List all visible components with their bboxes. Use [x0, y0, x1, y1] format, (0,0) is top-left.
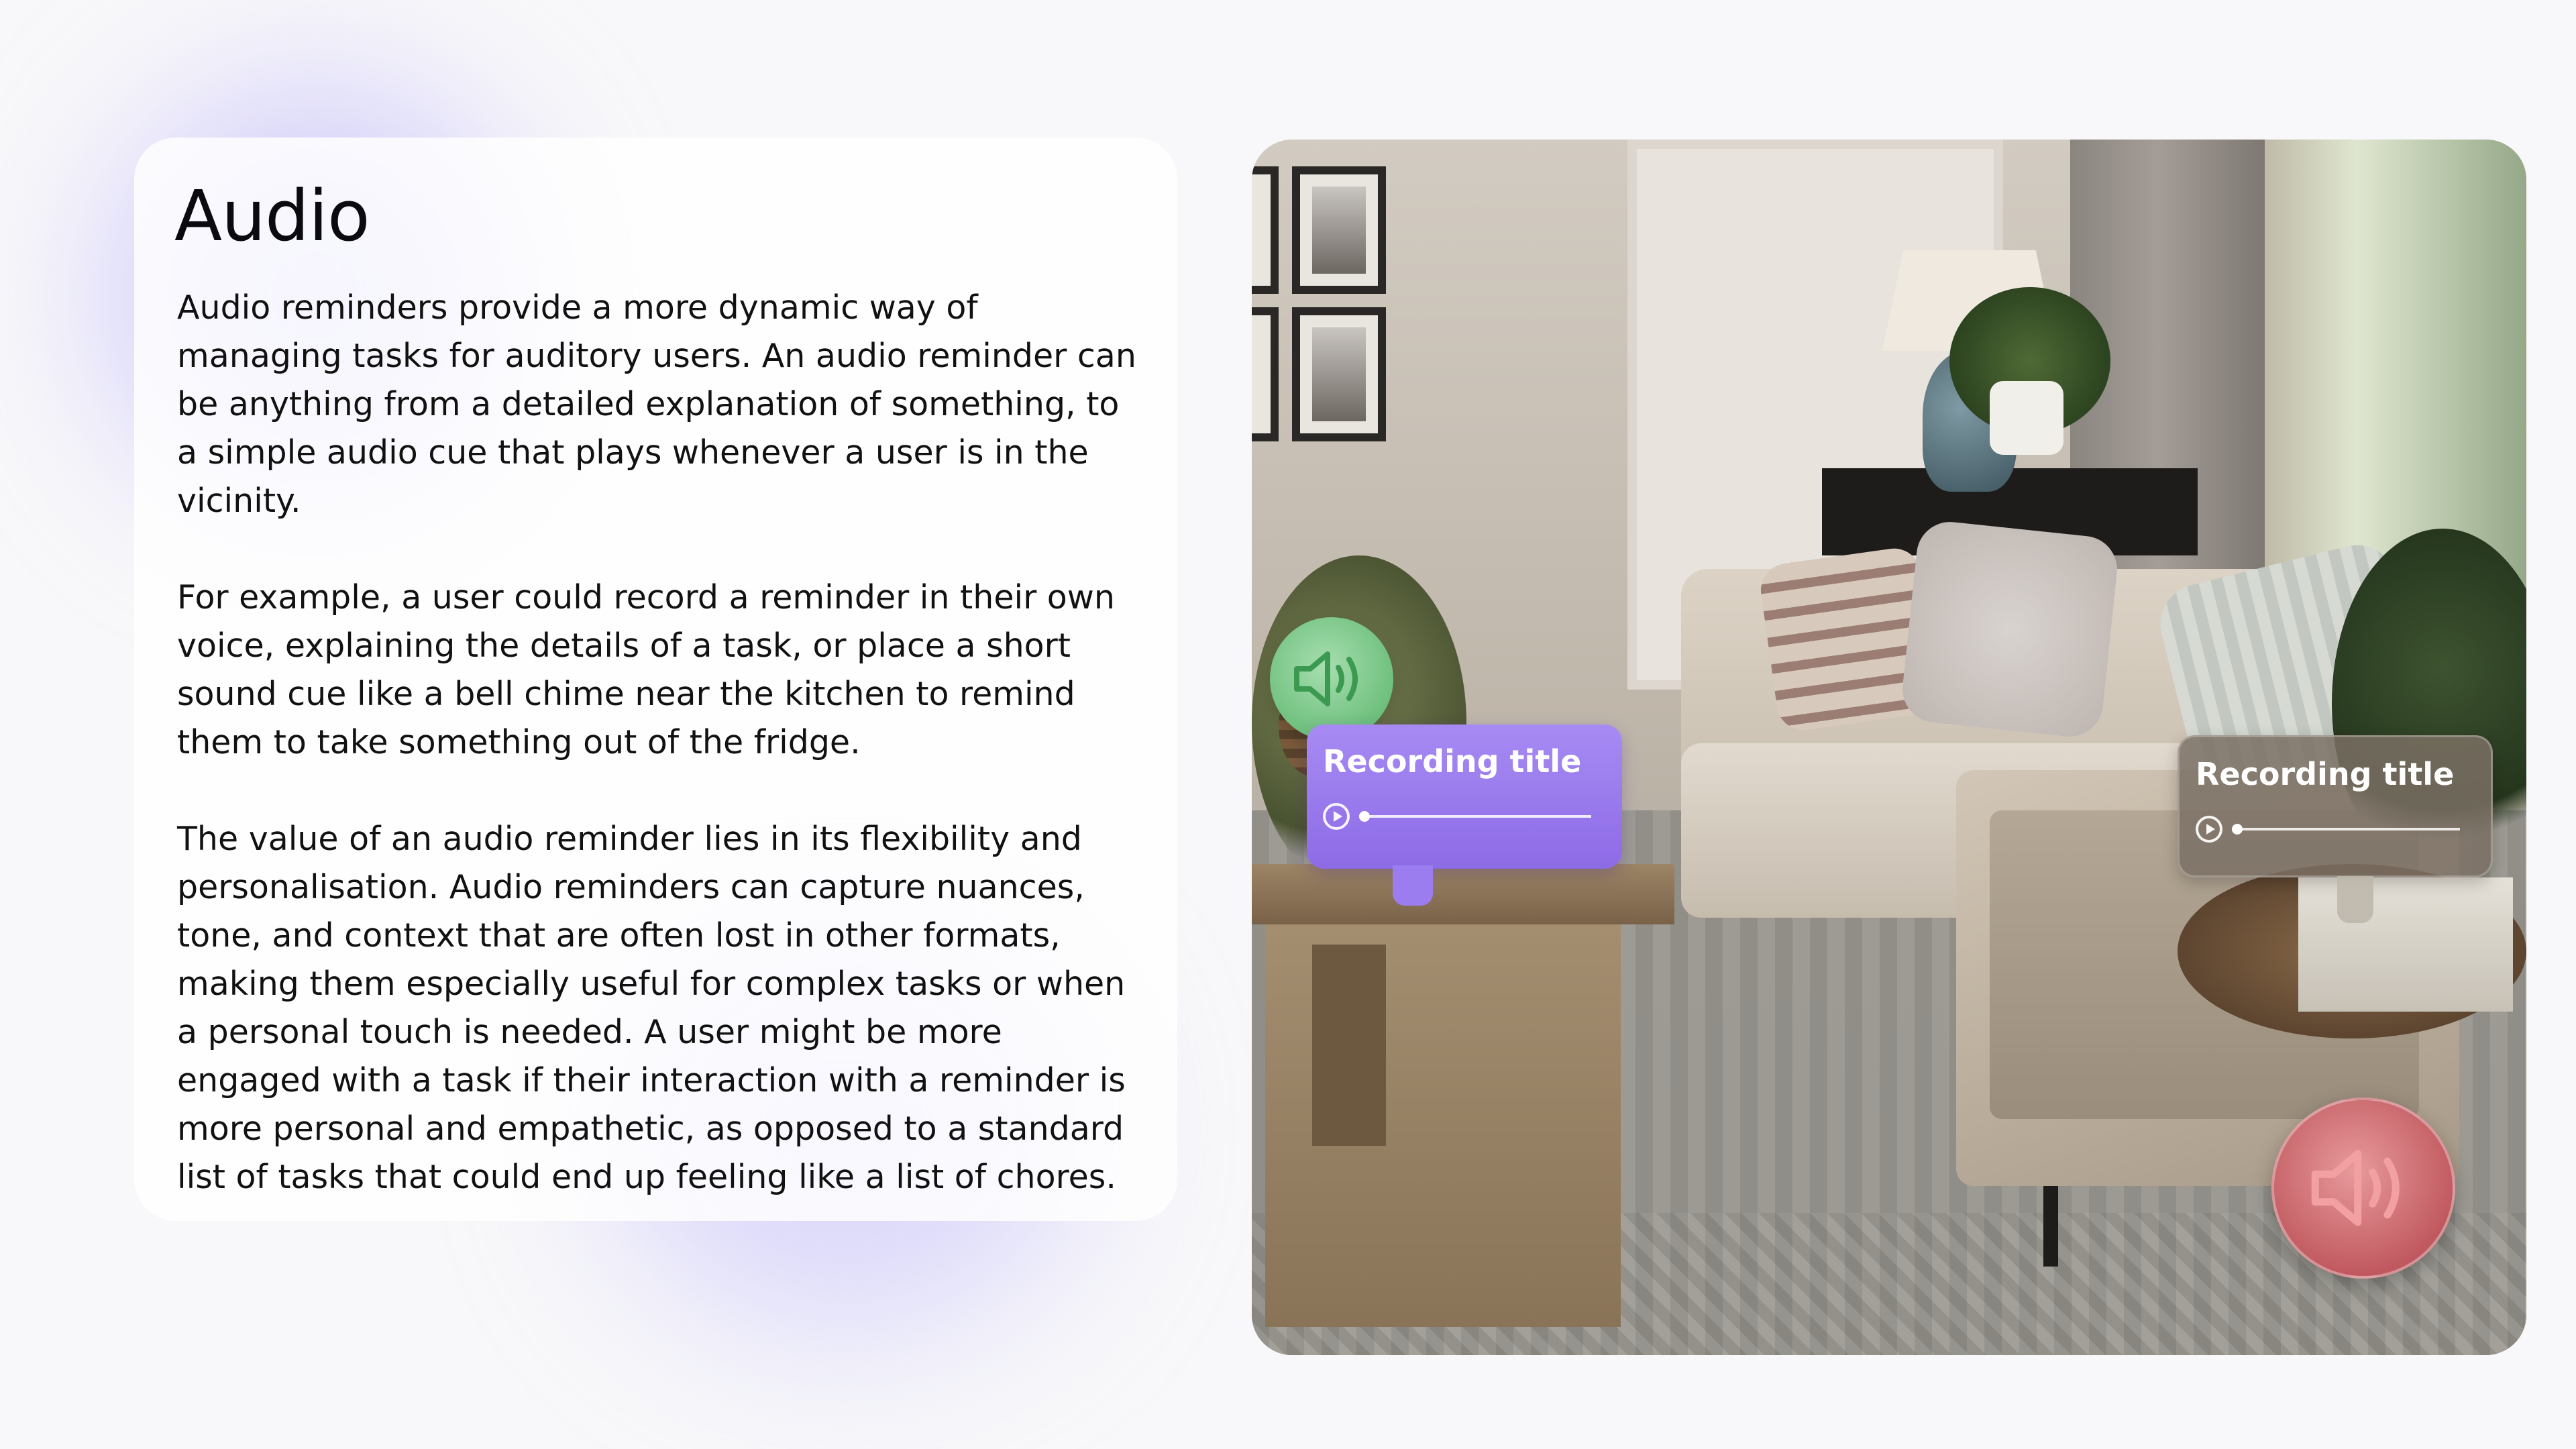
sofa-leg: [2043, 1186, 2058, 1267]
textured-pillow: [1899, 519, 2121, 740]
speaker-icon: [2311, 1150, 2400, 1226]
paragraph-intro: Audio reminders provide a more dynamic w…: [177, 288, 1136, 520]
playback-track[interactable]: [1359, 810, 1591, 822]
recording-title: Recording title: [1323, 743, 1582, 780]
play-icon[interactable]: [1323, 802, 1350, 830]
page-title: Audio: [174, 175, 370, 257]
playback-handle[interactable]: [1359, 810, 1370, 822]
play-icon[interactable]: [2196, 815, 2222, 843]
audio-marker-red[interactable]: [2271, 1097, 2455, 1279]
audio-info-card: Audio Audio reminders provide a more dyn…: [134, 138, 1177, 1221]
book-stack: [2298, 877, 2513, 1012]
audio-player: [1323, 802, 1606, 830]
paragraph-value: The value of an audio reminder lies in i…: [177, 819, 1126, 1196]
coffee-table-top: [1252, 864, 1674, 924]
recording-pin: [1393, 865, 1433, 906]
audio-player: [2196, 815, 2475, 843]
recording-card-purple[interactable]: Recording title: [1307, 724, 1622, 869]
recording-title: Recording title: [2196, 756, 2455, 792]
playback-track[interactable]: [2232, 823, 2460, 835]
wall-frame: [1252, 307, 1279, 441]
coffee-table-shelf: [1312, 945, 1386, 1146]
plant-pot: [1990, 381, 2063, 455]
recording-pin: [2337, 876, 2373, 923]
window: [2245, 140, 2526, 609]
playback-handle[interactable]: [2232, 823, 2243, 835]
paragraph-example: For example, a user could record a remin…: [177, 578, 1115, 761]
audio-marker-green[interactable]: [1270, 617, 1393, 741]
speaker-icon: [1294, 651, 1358, 706]
wall-frame: [1252, 166, 1279, 294]
wall-frame: [1292, 307, 1386, 441]
wall-frame: [1292, 166, 1386, 294]
recording-card-gray[interactable]: Recording title: [2178, 735, 2493, 877]
